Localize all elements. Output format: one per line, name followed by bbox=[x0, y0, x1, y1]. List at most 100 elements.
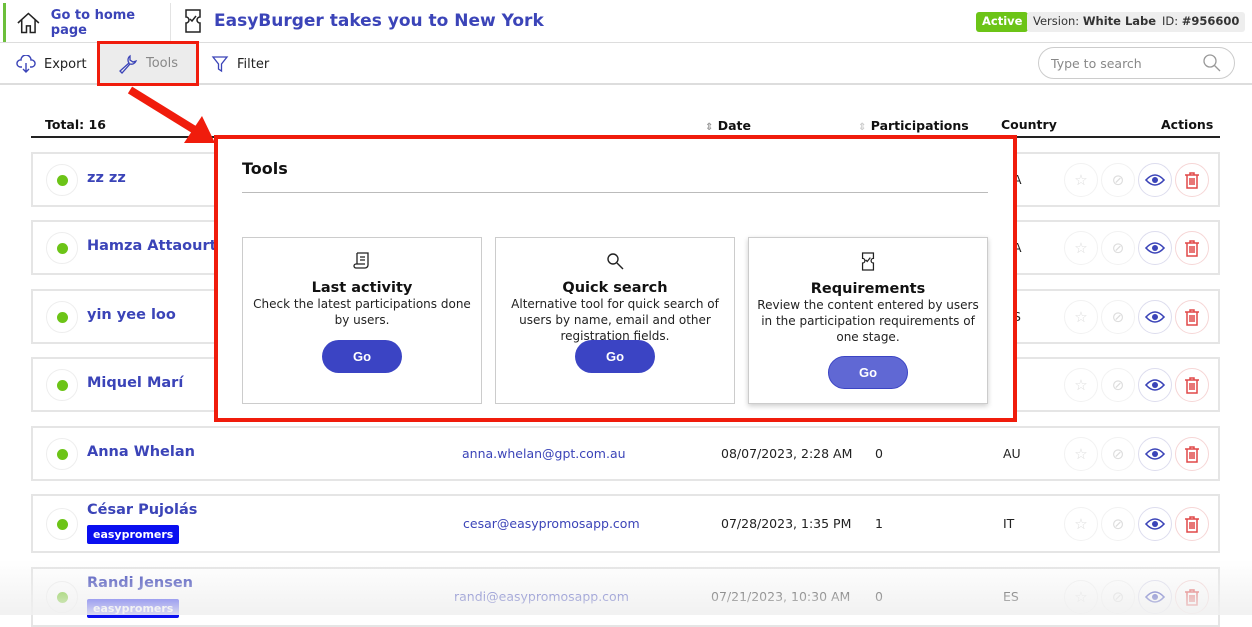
export-label: Export bbox=[44, 56, 87, 72]
participant-name[interactable]: Hamza Attaourti bbox=[87, 238, 222, 254]
ban-icon: ⊘ bbox=[1111, 307, 1125, 326]
trash-icon bbox=[1185, 515, 1199, 533]
status-indicator bbox=[46, 368, 78, 401]
delete-button[interactable] bbox=[1175, 230, 1209, 265]
delete-button[interactable] bbox=[1175, 436, 1209, 471]
tool-card: Requirements Review the content entered … bbox=[748, 237, 988, 404]
star-button[interactable]: ☆ bbox=[1064, 230, 1098, 265]
scroll-icon bbox=[353, 252, 371, 274]
filter-button[interactable]: Filter bbox=[211, 53, 269, 75]
tool-card: Last activity Check the latest participa… bbox=[242, 237, 482, 404]
total-count: Total: 16 bbox=[45, 117, 106, 132]
tool-card-description: Review the content entered by users in t… bbox=[757, 298, 979, 344]
star-button[interactable]: ☆ bbox=[1064, 436, 1098, 471]
view-button[interactable] bbox=[1138, 230, 1172, 265]
star-button[interactable]: ☆ bbox=[1064, 506, 1098, 541]
cloud-download-icon bbox=[16, 55, 36, 73]
ban-icon: ⊘ bbox=[1111, 514, 1125, 533]
eye-icon bbox=[1145, 378, 1165, 391]
star-button[interactable]: ☆ bbox=[1064, 367, 1098, 402]
delete-button[interactable] bbox=[1175, 299, 1209, 334]
version-value: White Label bbox=[1082, 14, 1161, 28]
country-code: AU bbox=[1003, 445, 1021, 461]
status-badge: Active bbox=[976, 12, 1029, 32]
participation-date: 08/07/2023, 2:28 AM bbox=[721, 445, 853, 461]
modal-title: Tools bbox=[242, 159, 288, 178]
magnifier-icon bbox=[606, 253, 624, 274]
go-button[interactable]: Go bbox=[322, 340, 402, 373]
view-button[interactable] bbox=[1138, 367, 1172, 402]
ban-button[interactable]: ⊘ bbox=[1101, 506, 1135, 541]
ban-button[interactable]: ⊘ bbox=[1101, 436, 1135, 471]
ban-icon: ⊘ bbox=[1111, 444, 1125, 463]
status-indicator bbox=[46, 507, 78, 540]
participant-name[interactable]: Miquel Marí bbox=[87, 375, 183, 391]
ticket-check-icon bbox=[861, 252, 875, 275]
participations-header-label: Participations bbox=[870, 118, 969, 133]
tool-card-title: Quick search bbox=[562, 280, 668, 296]
trash-icon bbox=[1185, 171, 1199, 189]
eye-icon bbox=[1145, 310, 1165, 323]
tool-card-title: Requirements bbox=[810, 281, 926, 297]
participations-column-header[interactable]: ⇕ Participations bbox=[858, 118, 969, 133]
export-button[interactable]: Export bbox=[16, 53, 87, 75]
ban-icon: ⊘ bbox=[1111, 375, 1125, 394]
participations-count: 1 bbox=[875, 515, 883, 531]
date-column-header[interactable]: ⇕ Date bbox=[705, 118, 751, 133]
version-label: Version: bbox=[1033, 14, 1080, 28]
star-icon: ☆ bbox=[1074, 307, 1088, 326]
star-icon: ☆ bbox=[1074, 238, 1088, 257]
go-button[interactable]: Go bbox=[828, 356, 908, 389]
modal-divider bbox=[242, 192, 988, 193]
participant-name[interactable]: zz zz bbox=[87, 170, 126, 186]
star-icon: ☆ bbox=[1074, 514, 1088, 533]
participant-email[interactable]: cesar@easypromosapp.com bbox=[463, 516, 640, 531]
actions-column-header: Actions bbox=[1161, 117, 1214, 132]
star-icon: ☆ bbox=[1074, 444, 1088, 463]
ban-button[interactable]: ⊘ bbox=[1101, 162, 1135, 197]
view-button[interactable] bbox=[1138, 299, 1172, 334]
scroll-fade bbox=[0, 560, 1252, 615]
trash-icon bbox=[1185, 308, 1199, 326]
delete-button[interactable] bbox=[1175, 367, 1209, 402]
ban-button[interactable]: ⊘ bbox=[1101, 299, 1135, 334]
star-icon: ☆ bbox=[1074, 170, 1088, 189]
country-column-header: Country bbox=[1001, 117, 1057, 132]
campaign-title: EasyBurger takes you to New York bbox=[214, 11, 544, 31]
home-link[interactable]: Go to home page bbox=[3, 3, 171, 42]
star-button[interactable]: ☆ bbox=[1064, 299, 1098, 334]
participant-name[interactable]: César Pujolás bbox=[87, 502, 197, 518]
ban-icon: ⊘ bbox=[1111, 238, 1125, 257]
search-icon bbox=[1203, 54, 1221, 72]
tool-card: Quick search Alternative tool for quick … bbox=[495, 237, 735, 404]
filter-icon bbox=[211, 56, 229, 73]
go-button[interactable]: Go bbox=[575, 340, 655, 373]
ban-button[interactable]: ⊘ bbox=[1101, 367, 1135, 402]
status-indicator bbox=[46, 163, 78, 196]
home-label: Go to home page bbox=[50, 7, 136, 38]
view-button[interactable] bbox=[1138, 162, 1172, 197]
delete-button[interactable] bbox=[1175, 506, 1209, 541]
version-badge: Version: White Label bbox=[1027, 12, 1167, 32]
country-code: IT bbox=[1003, 515, 1015, 531]
tool-card-title: Last activity bbox=[311, 280, 413, 296]
eye-icon bbox=[1145, 173, 1165, 186]
trash-icon bbox=[1185, 239, 1199, 257]
ban-button[interactable]: ⊘ bbox=[1101, 230, 1135, 265]
star-button[interactable]: ☆ bbox=[1064, 162, 1098, 197]
participant-name[interactable]: Anna Whelan bbox=[87, 444, 195, 460]
view-button[interactable] bbox=[1138, 436, 1172, 471]
table-row: Anna Whelan anna.whelan@gpt.com.au 08/07… bbox=[31, 426, 1220, 481]
view-button[interactable] bbox=[1138, 506, 1172, 541]
search-input[interactable]: Type to search bbox=[1038, 47, 1235, 79]
tool-card-description: Alternative tool for quick search of use… bbox=[511, 297, 719, 343]
trash-icon bbox=[1185, 376, 1199, 394]
header: Go to home page EasyBurger takes you to … bbox=[0, 0, 1252, 43]
home-icon bbox=[17, 11, 40, 33]
delete-button[interactable] bbox=[1175, 162, 1209, 197]
ban-icon: ⊘ bbox=[1111, 170, 1125, 189]
participant-email[interactable]: anna.whelan@gpt.com.au bbox=[462, 446, 626, 461]
tool-card-description: Check the latest participations done by … bbox=[253, 297, 471, 327]
filter-label: Filter bbox=[237, 56, 270, 72]
participant-name[interactable]: yin yee loo bbox=[87, 307, 176, 323]
